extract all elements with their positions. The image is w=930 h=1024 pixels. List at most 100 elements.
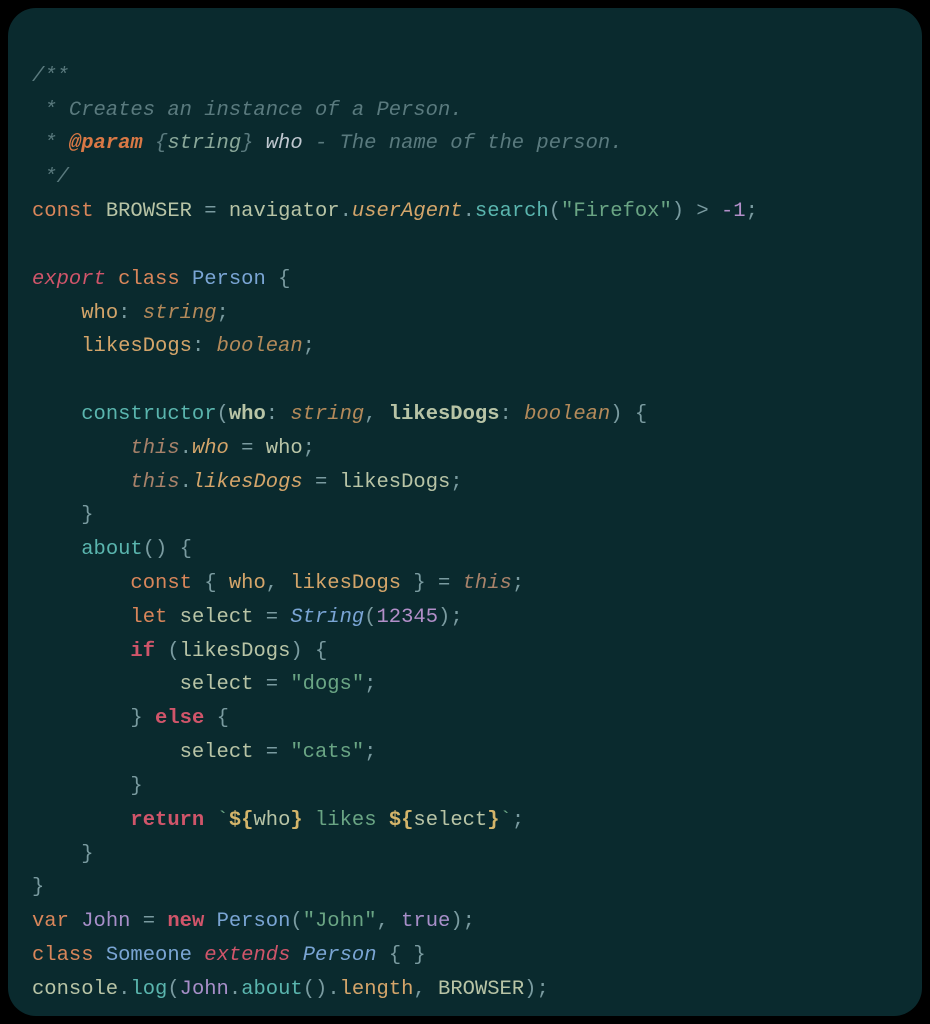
property: who (192, 437, 229, 460)
indent (32, 437, 130, 460)
type: boolean (217, 335, 303, 358)
space (155, 640, 167, 663)
space (106, 268, 118, 291)
operator: = (426, 572, 463, 595)
indent (32, 843, 81, 866)
param: who (229, 403, 266, 426)
indent (32, 606, 130, 629)
code-content[interactable]: /** * Creates an instance of a Person. *… (32, 60, 898, 1007)
identifier: BROWSER (438, 978, 524, 1001)
dot: . (229, 978, 241, 1001)
indent (32, 572, 130, 595)
this: this (130, 471, 179, 494)
parens: () (143, 538, 168, 561)
semicolon: ; (512, 572, 524, 595)
paren: ( (167, 978, 179, 1001)
indent (32, 775, 130, 798)
jsdoc-desc: - The name of the person. (303, 132, 623, 155)
semicolon: ; (512, 809, 524, 832)
identifier: likesDogs (290, 572, 401, 595)
operator: > (684, 200, 721, 223)
identifier: BROWSER (106, 200, 192, 223)
property: length (340, 978, 414, 1001)
property: userAgent (352, 200, 463, 223)
paren: ( (217, 403, 229, 426)
indent (32, 809, 130, 832)
semicolon: ; (303, 335, 315, 358)
colon: : (266, 403, 291, 426)
template-delim: } (487, 809, 499, 832)
class-name: Person (217, 910, 291, 933)
type: string (290, 403, 364, 426)
semicolon: ; (450, 606, 462, 629)
template-text: likes (303, 809, 389, 832)
operator: = (229, 437, 266, 460)
this: this (130, 437, 179, 460)
string: "dogs" (290, 673, 364, 696)
keyword-const: const (130, 572, 192, 595)
keyword-else: else (155, 707, 204, 730)
identifier: navigator (229, 200, 340, 223)
jsdoc-param-tag: @param (69, 132, 143, 155)
semicolon: ; (303, 437, 315, 460)
property: likesDogs (81, 335, 192, 358)
property: who (81, 302, 118, 325)
identifier: select (180, 673, 254, 696)
template-delim: ${ (389, 809, 414, 832)
comment-text: Creates an instance of a Person. (69, 99, 463, 122)
identifier: who (229, 572, 266, 595)
operator: = (192, 200, 229, 223)
keyword-new: new (167, 910, 204, 933)
template-delim: } (290, 809, 302, 832)
space (204, 910, 216, 933)
identifier: who (253, 809, 290, 832)
operator: = (130, 910, 167, 933)
property: likesDogs (192, 471, 303, 494)
paren: ) (450, 910, 462, 933)
comma: , (377, 910, 402, 933)
colon: : (118, 302, 143, 325)
type: string (143, 302, 217, 325)
brace: } (401, 572, 426, 595)
identifier: console (32, 978, 118, 1001)
keyword-if: if (130, 640, 155, 663)
method: about (241, 978, 303, 1001)
class-name: Person (192, 268, 266, 291)
boolean: true (401, 910, 450, 933)
class-name: Person (303, 944, 377, 967)
semicolon: ; (364, 741, 376, 764)
dot: . (118, 978, 130, 1001)
colon: : (192, 335, 217, 358)
space (143, 707, 155, 730)
space (94, 200, 106, 223)
indent (32, 335, 81, 358)
brace: { (303, 640, 328, 663)
number: 12345 (376, 606, 438, 629)
braces: { } (377, 944, 426, 967)
comment-close: */ (32, 166, 69, 189)
paren: ) (672, 200, 684, 223)
semicolon: ; (364, 673, 376, 696)
template-delim: ${ (229, 809, 254, 832)
identifier: likesDogs (180, 640, 291, 663)
indent (32, 707, 130, 730)
dot: . (327, 978, 339, 1001)
operator: = (253, 673, 290, 696)
indent (32, 741, 180, 764)
comma: , (266, 572, 291, 595)
semicolon: ; (217, 302, 229, 325)
identifier: select (180, 606, 254, 629)
keyword-class: class (118, 268, 180, 291)
method-name: about (81, 538, 143, 561)
paren: ) (290, 640, 302, 663)
keyword-return: return (130, 809, 204, 832)
comment-prefix: * (32, 132, 69, 155)
parens: () (303, 978, 328, 1001)
method: search (475, 200, 549, 223)
brace: } (32, 876, 44, 899)
keyword-let: let (130, 606, 167, 629)
space (69, 910, 81, 933)
indent (32, 403, 81, 426)
param: likesDogs (389, 403, 500, 426)
dot: . (340, 200, 352, 223)
